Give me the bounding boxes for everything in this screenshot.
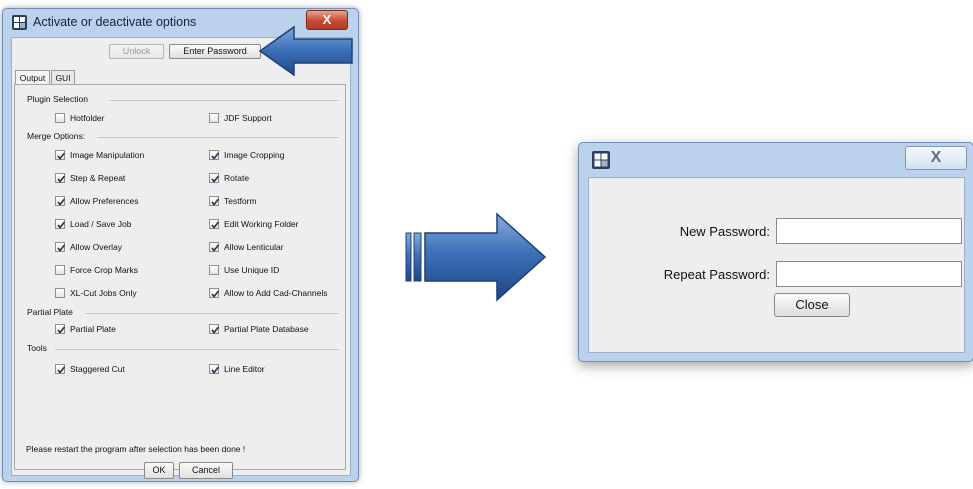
checkbox[interactable] bbox=[55, 173, 66, 183]
repeat-password-field[interactable] bbox=[776, 261, 962, 287]
new-password-label: New Password: bbox=[679, 224, 770, 239]
options-dialog: Activate or deactivate options X Unlock … bbox=[2, 8, 359, 482]
option-label: Allow to Add Cad-Channels bbox=[224, 288, 328, 298]
option-label: Allow Overlay bbox=[70, 242, 122, 252]
option-label: Line Editor bbox=[224, 364, 265, 374]
checkmark-icon bbox=[211, 290, 220, 298]
option-label: Image Manipulation bbox=[70, 150, 145, 160]
tab-gui[interactable]: GUI bbox=[51, 70, 75, 84]
checkmark-icon bbox=[211, 326, 220, 334]
new-password-field[interactable] bbox=[776, 218, 962, 244]
checkmark-icon bbox=[211, 175, 220, 183]
checkbox[interactable] bbox=[55, 265, 65, 275]
option-label: Staggered Cut bbox=[70, 364, 125, 374]
checkbox[interactable] bbox=[55, 113, 65, 123]
password-dialog: X New Password: Repeat Password: Close bbox=[578, 142, 973, 362]
section-partial-plate: Partial Plate bbox=[27, 307, 73, 317]
restart-note: Please restart the program after selecti… bbox=[26, 444, 246, 454]
option-label: JDF Support bbox=[224, 113, 272, 123]
checkbox[interactable] bbox=[209, 242, 220, 252]
divider bbox=[55, 349, 339, 350]
tab-output[interactable]: Output bbox=[15, 70, 50, 85]
right-arrow-icon bbox=[405, 212, 547, 302]
repeat-password-label: Repeat Password: bbox=[663, 267, 770, 282]
option-label: Testform bbox=[224, 196, 257, 206]
checkbox[interactable] bbox=[209, 113, 219, 123]
section-plugin-selection: Plugin Selection bbox=[27, 94, 88, 104]
divider bbox=[97, 137, 339, 138]
option-label: Allow Preferences bbox=[70, 196, 139, 206]
checkmark-icon bbox=[57, 366, 66, 374]
checkbox[interactable] bbox=[209, 265, 219, 275]
app-icon bbox=[592, 151, 610, 169]
checkmark-icon bbox=[57, 326, 66, 334]
option-label: Force Crop Marks bbox=[70, 265, 139, 275]
option-label: Image Cropping bbox=[224, 150, 285, 160]
checkmark-icon bbox=[57, 175, 66, 183]
checkbox[interactable] bbox=[209, 173, 220, 183]
checkbox[interactable] bbox=[209, 219, 220, 229]
checkmark-icon bbox=[211, 366, 220, 374]
cancel-button[interactable]: Cancel bbox=[179, 462, 233, 479]
ok-button[interactable]: OK bbox=[144, 462, 174, 479]
checkmark-icon bbox=[211, 152, 220, 160]
close-button[interactable]: X bbox=[905, 146, 967, 170]
checkbox[interactable] bbox=[55, 219, 66, 229]
checkbox[interactable] bbox=[55, 242, 66, 252]
option-label: Hotfolder bbox=[70, 113, 105, 123]
option-label: Load / Save Job bbox=[70, 219, 132, 229]
checkmark-icon bbox=[211, 221, 220, 229]
section-tools: Tools bbox=[27, 343, 47, 353]
option-label: Allow Lenticular bbox=[224, 242, 284, 252]
checkmark-icon bbox=[57, 198, 66, 206]
checkmark-icon bbox=[211, 244, 220, 252]
checkbox[interactable] bbox=[55, 150, 66, 160]
dialog-title: Activate or deactivate options bbox=[33, 15, 197, 29]
checkbox[interactable] bbox=[55, 364, 66, 374]
enter-password-button[interactable]: Enter Password bbox=[169, 44, 261, 59]
divider bbox=[109, 100, 339, 101]
option-label: XL-Cut Jobs Only bbox=[70, 288, 137, 298]
option-label: Partial Plate bbox=[70, 324, 116, 334]
close-dialog-button[interactable]: Close bbox=[774, 293, 850, 317]
divider bbox=[85, 313, 339, 314]
option-label: Use Unique ID bbox=[224, 265, 280, 275]
dialog-client-area: Unlock Enter Password Output GUI Plugin … bbox=[11, 37, 351, 479]
checkmark-icon bbox=[211, 198, 220, 206]
checkbox[interactable] bbox=[55, 196, 66, 206]
output-tab-panel: Plugin Selection Hotfolder JDF Support M… bbox=[14, 84, 346, 470]
option-label: Step & Repeat bbox=[70, 173, 126, 183]
checkbox[interactable] bbox=[55, 288, 65, 298]
unlock-button[interactable]: Unlock bbox=[109, 44, 164, 59]
checkbox[interactable] bbox=[209, 150, 220, 160]
checkbox[interactable] bbox=[209, 364, 220, 374]
checkbox[interactable] bbox=[209, 196, 220, 206]
dialog-client-area: New Password: Repeat Password: Close bbox=[588, 177, 965, 353]
checkmark-icon bbox=[57, 152, 66, 160]
option-label: Edit Working Folder bbox=[224, 219, 299, 229]
checkbox[interactable] bbox=[55, 324, 66, 334]
option-label: Partial Plate Database bbox=[224, 324, 309, 334]
option-label: Rotate bbox=[224, 173, 250, 183]
checkbox[interactable] bbox=[209, 324, 220, 334]
checkmark-icon bbox=[57, 244, 66, 252]
checkbox[interactable] bbox=[209, 288, 220, 298]
checkmark-icon bbox=[57, 221, 66, 229]
section-merge-options: Merge Options: bbox=[27, 131, 86, 141]
left-arrow-icon bbox=[258, 25, 353, 77]
app-icon bbox=[12, 15, 27, 30]
